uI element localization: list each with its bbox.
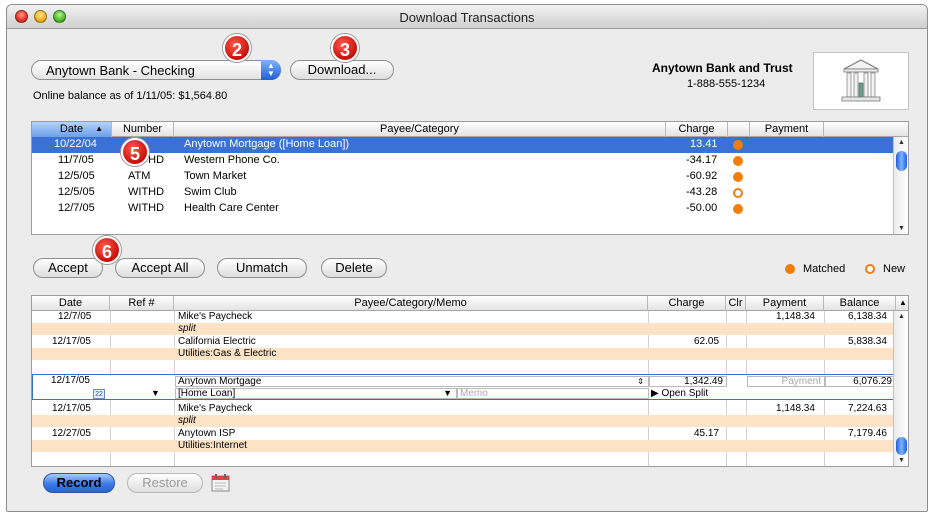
register-row-category[interactable]: Utilities:Internet	[32, 440, 895, 452]
matched-status-icon	[733, 204, 743, 214]
table-row[interactable]: 10/22/04 Anytown Mortgage ([Home Loan]) …	[32, 137, 895, 153]
reg-col-payee-header[interactable]: Payee/Category/Memo	[174, 296, 648, 311]
callout-5: 5	[121, 138, 149, 166]
table-row[interactable]: 12/5/05 WITHD Swim Club -43.28	[32, 185, 895, 201]
reg-header-sort-icon: ▲	[899, 298, 907, 307]
record-button[interactable]: Record	[43, 473, 115, 493]
register-row[interactable]: 12/17/05 California Electric 62.05 5,838…	[32, 336, 895, 348]
scroll-up-icon[interactable]: ▲	[894, 313, 908, 320]
register-row-category[interactable]: split	[32, 323, 895, 335]
register-row-category[interactable]: split	[32, 415, 895, 427]
table-row[interactable]: 12/5/05 ATM Town Market -60.92	[32, 169, 895, 185]
reg-col-ref-header[interactable]: Ref #	[110, 296, 174, 311]
scroll-down-icon[interactable]: ▼	[894, 225, 908, 232]
scroll-thumb[interactable]	[896, 151, 907, 171]
reg-col-balance-header[interactable]: Balance	[824, 296, 896, 311]
calendar-icon[interactable]: 22	[93, 389, 105, 399]
title-bar[interactable]: Download Transactions	[7, 5, 927, 29]
table-row[interactable]: 12/7/05 WITHD Health Care Center -50.00	[32, 201, 895, 217]
col-number-header[interactable]: Number	[112, 122, 174, 137]
charge-field[interactable]: 1,342.49	[649, 376, 727, 387]
account-popup-value: Anytown Bank - Checking	[46, 63, 195, 78]
col-payment-header[interactable]: Payment	[750, 122, 824, 137]
scroll-up-icon[interactable]: ▲	[894, 139, 908, 146]
reg-col-charge-header[interactable]: Charge	[648, 296, 726, 311]
account-popup[interactable]: Anytown Bank - Checking ▲ ▼	[31, 60, 281, 80]
download-transactions-window: Download Transactions Anytown Bank - Che…	[6, 4, 928, 512]
matched-legend-icon	[785, 264, 795, 274]
ref-dropdown-icon[interactable]: ▼	[151, 388, 160, 398]
table-row[interactable]: 11/7/05 WITHD Western Phone Co. -34.17	[32, 153, 895, 169]
reg-col-payment-header[interactable]: Payment	[746, 296, 824, 311]
register-row[interactable]: 12/27/05 Anytown ISP 45.17 7,179.46	[32, 428, 895, 440]
reg-col-clr-header[interactable]: Clr	[726, 296, 746, 311]
downloaded-table-scrollbar[interactable]: ▲ ▼	[893, 137, 908, 234]
online-balance: Online balance as of 1/11/05: $1,564.80	[33, 90, 228, 102]
accept-all-button[interactable]: Accept All	[115, 258, 205, 278]
delete-button[interactable]: Delete	[321, 258, 387, 278]
new-status-icon	[733, 188, 743, 198]
callout-3: 3	[331, 34, 359, 62]
matched-status-icon	[733, 172, 743, 182]
calendar-icon[interactable]	[211, 472, 231, 494]
register-table: Date Ref # Payee/Category/Memo Charge Cl…	[31, 295, 909, 467]
scroll-down-icon[interactable]: ▼	[894, 457, 908, 464]
register-scrollbar[interactable]: ▲ ▼	[893, 311, 908, 466]
matched-status-icon	[733, 140, 743, 150]
reg-col-date-header[interactable]: Date	[32, 296, 110, 311]
register-row-category[interactable]: Utilities:Gas & Electric	[32, 348, 895, 360]
bank-building-icon	[813, 52, 909, 110]
window-title: Download Transactions	[399, 10, 535, 25]
accept-button[interactable]: Accept	[33, 258, 103, 278]
bank-phone: 1-888-555-1234	[687, 78, 766, 90]
col-extra-header	[824, 122, 908, 137]
register-table-header: Date Ref # Payee/Category/Memo Charge Cl…	[32, 296, 908, 311]
restore-button[interactable]: Restore	[127, 473, 203, 493]
col-charge-header[interactable]: Charge	[666, 122, 728, 137]
download-button[interactable]: Download...	[290, 60, 394, 80]
payment-field[interactable]: Payment	[747, 376, 825, 387]
unmatch-button[interactable]: Unmatch	[217, 258, 307, 278]
register-edit-row[interactable]: 12/17/05 22 ▼ Anytown Mortgage ⇕ [Home Lo…	[32, 374, 895, 400]
sort-ascending-icon: ▲	[95, 124, 103, 133]
register-row[interactable]: 12/7/05 Mike's Paycheck 1,148.34 6,138.3…	[32, 311, 895, 323]
callout-2: 2	[223, 34, 251, 62]
balance-field: 6,076.29	[825, 376, 895, 387]
popup-arrows-icon: ▲ ▼	[261, 60, 281, 80]
callout-6: 6	[93, 236, 121, 264]
category-field[interactable]: [Home Loan] ▼	[175, 388, 457, 399]
bank-name: Anytown Bank and Trust	[652, 61, 793, 75]
col-status-header[interactable]	[728, 122, 750, 137]
col-date-header[interactable]: Date ▲	[32, 122, 112, 137]
memo-field[interactable]: Memo	[457, 388, 649, 399]
payee-stepper-icon[interactable]: ⇕	[637, 377, 644, 386]
scroll-thumb[interactable]	[896, 437, 907, 455]
window-content: Anytown Bank - Checking ▲ ▼ Download... O…	[7, 30, 927, 511]
col-payee-header[interactable]: Payee/Category	[174, 122, 666, 137]
downloaded-transactions-table: Date ▲ Number Payee/Category Charge Paym…	[31, 121, 909, 235]
matched-status-icon	[733, 156, 743, 166]
register-row[interactable]: 12/17/05 Mike's Paycheck 1,148.34 7,224.…	[32, 403, 895, 415]
payee-field[interactable]: Anytown Mortgage ⇕	[175, 376, 649, 387]
downloaded-table-header: Date ▲ Number Payee/Category Charge Paym…	[32, 122, 908, 137]
new-legend-icon	[865, 264, 875, 274]
category-dropdown-icon[interactable]: ▼	[443, 389, 452, 398]
open-split-link[interactable]: ▶ Open Split	[651, 388, 708, 399]
